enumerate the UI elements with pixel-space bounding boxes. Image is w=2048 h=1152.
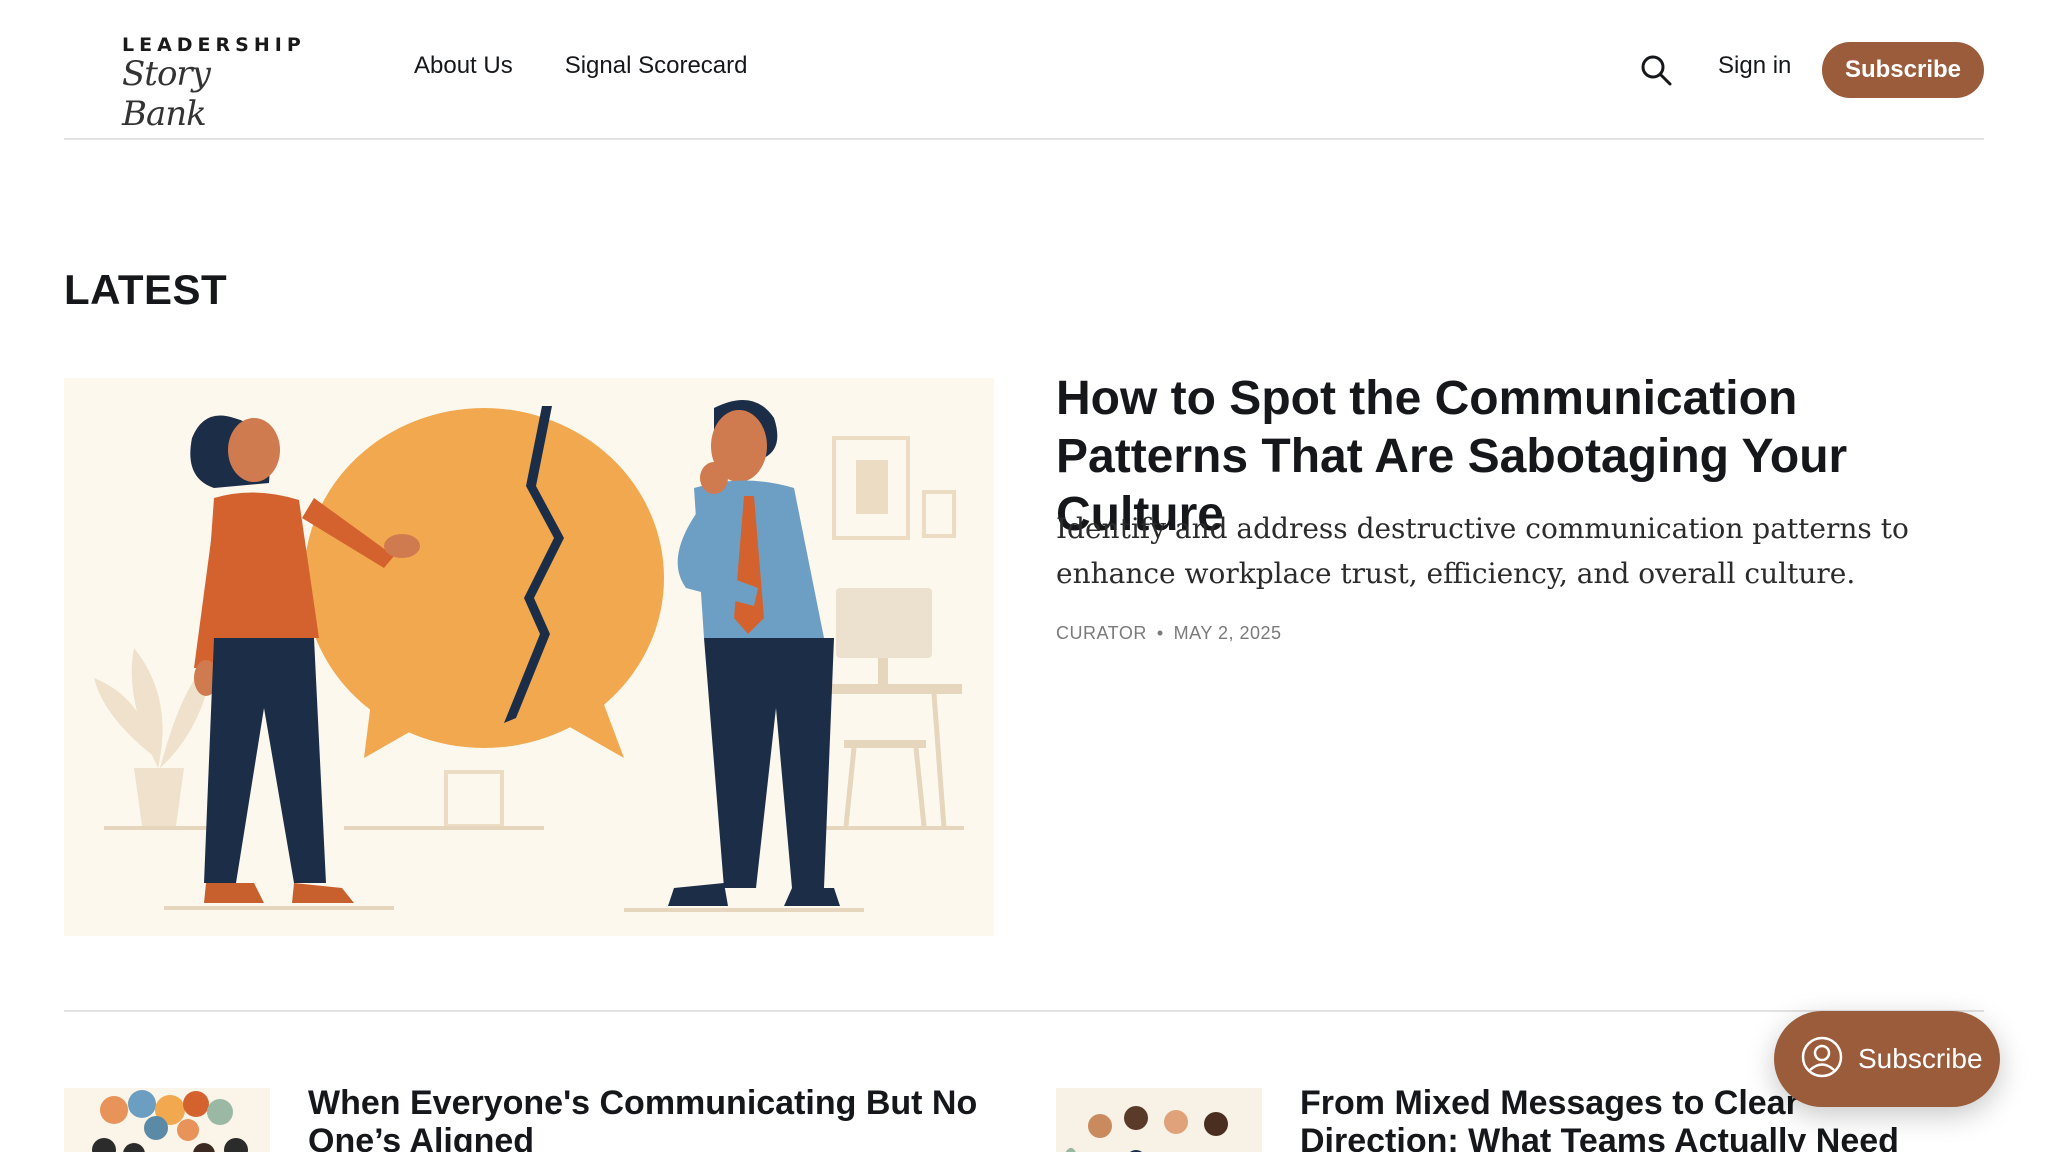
signin-link[interactable]: Sign in bbox=[1718, 52, 1791, 80]
publish-date: MAY 2, 2025 bbox=[1173, 623, 1282, 643]
portal-subscribe-label: Subscribe bbox=[1858, 1043, 1983, 1074]
main-nav: About Us Signal Scorecard bbox=[414, 52, 747, 80]
user-circle-icon bbox=[1800, 1035, 1844, 1084]
card-image[interactable] bbox=[1056, 1088, 1262, 1152]
card-image[interactable] bbox=[64, 1088, 270, 1152]
search-icon[interactable] bbox=[1638, 52, 1674, 88]
section-title: LATEST bbox=[64, 266, 228, 313]
logo-wordmark: LEADERSHIP bbox=[122, 34, 306, 56]
meta-separator: • bbox=[1156, 623, 1164, 643]
nav-link-about-us[interactable]: About Us bbox=[414, 52, 513, 80]
logo-script: Story Bank bbox=[122, 54, 211, 134]
featured-excerpt: Identify and address destructive communi… bbox=[1056, 512, 1909, 590]
nav-link-signal-scorecard[interactable]: Signal Scorecard bbox=[565, 52, 748, 80]
site-logo[interactable]: LEADERSHIP Story Bank bbox=[122, 34, 301, 134]
subscribe-button[interactable]: Subscribe bbox=[1822, 42, 1984, 98]
card-title[interactable]: When Everyone's Communicating But No One… bbox=[308, 1084, 1028, 1152]
portal-subscribe-button[interactable]: Subscribe bbox=[1774, 1011, 2000, 1107]
featured-meta: CURATOR • MAY 2, 2025 bbox=[1056, 623, 1282, 644]
author-name[interactable]: CURATOR bbox=[1056, 623, 1147, 644]
featured-image[interactable] bbox=[64, 378, 994, 936]
site-header: LEADERSHIP Story Bank About Us Signal Sc… bbox=[64, 0, 1984, 140]
section-divider bbox=[64, 1010, 1984, 1012]
